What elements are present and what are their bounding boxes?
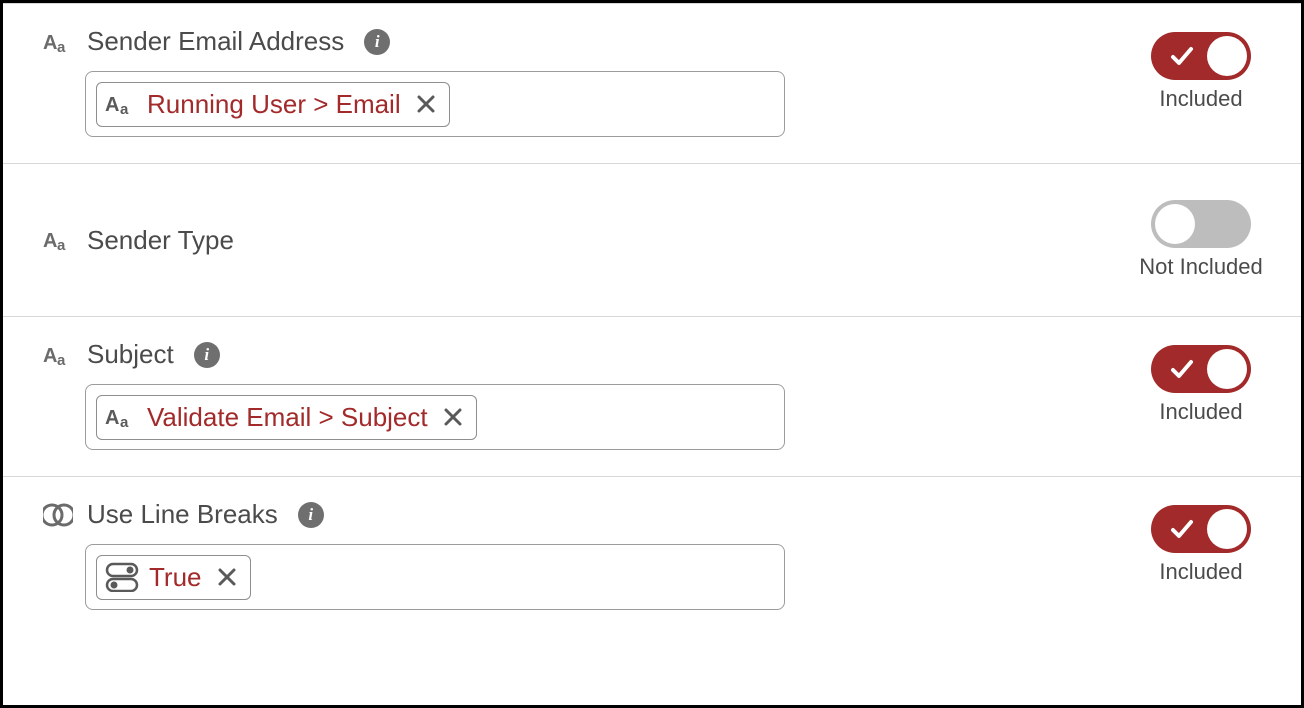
resource-pill[interactable]: Aa Validate Email > Subject <box>96 395 477 440</box>
include-toggle[interactable] <box>1151 32 1251 80</box>
field-label: Sender Type <box>87 225 234 256</box>
pill-text: True <box>149 562 202 593</box>
toggle-caption: Included <box>1159 86 1242 112</box>
include-toggle[interactable] <box>1151 345 1251 393</box>
field-label: Subject <box>87 339 174 370</box>
include-toggle[interactable] <box>1151 200 1251 248</box>
svg-text:a: a <box>57 237 66 253</box>
svg-text:A: A <box>43 345 57 367</box>
text-type-icon: Aa <box>105 91 137 117</box>
svg-text:A: A <box>105 407 119 429</box>
resource-input[interactable]: Aa Running User > Email <box>85 71 785 137</box>
text-type-icon: Aa <box>43 342 73 368</box>
include-toggle[interactable] <box>1151 505 1251 553</box>
svg-text:a: a <box>120 101 129 117</box>
field-row-subject: Aa Subject i Aa Validate Email > Subject <box>3 316 1301 476</box>
svg-text:A: A <box>105 94 119 116</box>
remove-pill-icon[interactable] <box>442 406 464 428</box>
remove-pill-icon[interactable] <box>216 566 238 588</box>
toggle-caption: Included <box>1159 399 1242 425</box>
info-icon[interactable]: i <box>364 29 390 55</box>
field-row-sender-type: Aa Sender Type Not Included <box>3 163 1301 316</box>
resource-pill[interactable]: True <box>96 555 251 600</box>
svg-text:a: a <box>57 352 66 368</box>
boolean-type-icon <box>105 562 139 592</box>
info-icon[interactable]: i <box>194 342 220 368</box>
resource-input[interactable]: Aa Validate Email > Subject <box>85 384 785 450</box>
toggle-caption: Included <box>1159 559 1242 585</box>
info-icon[interactable]: i <box>298 502 324 528</box>
svg-text:A: A <box>43 230 57 252</box>
field-label: Sender Email Address <box>87 26 344 57</box>
field-label: Use Line Breaks <box>87 499 278 530</box>
field-row-sender-email: Aa Sender Email Address i Aa Running Use… <box>3 3 1301 163</box>
field-row-use-line-breaks: Use Line Breaks i True <box>3 476 1301 636</box>
check-icon <box>1169 43 1195 69</box>
svg-text:A: A <box>43 32 57 54</box>
resource-pill[interactable]: Aa Running User > Email <box>96 82 450 127</box>
pill-text: Validate Email > Subject <box>147 402 428 433</box>
svg-text:a: a <box>120 414 129 430</box>
boolean-type-icon <box>43 502 73 528</box>
svg-text:a: a <box>57 39 66 55</box>
pill-text: Running User > Email <box>147 89 401 120</box>
check-icon <box>1169 356 1195 382</box>
resource-input[interactable]: True <box>85 544 785 610</box>
text-type-icon: Aa <box>43 227 73 253</box>
form-panel: Aa Sender Email Address i Aa Running Use… <box>0 0 1304 708</box>
toggle-caption: Not Included <box>1139 254 1263 280</box>
text-type-icon: Aa <box>105 404 137 430</box>
check-icon <box>1169 516 1195 542</box>
text-type-icon: Aa <box>43 29 73 55</box>
remove-pill-icon[interactable] <box>415 93 437 115</box>
